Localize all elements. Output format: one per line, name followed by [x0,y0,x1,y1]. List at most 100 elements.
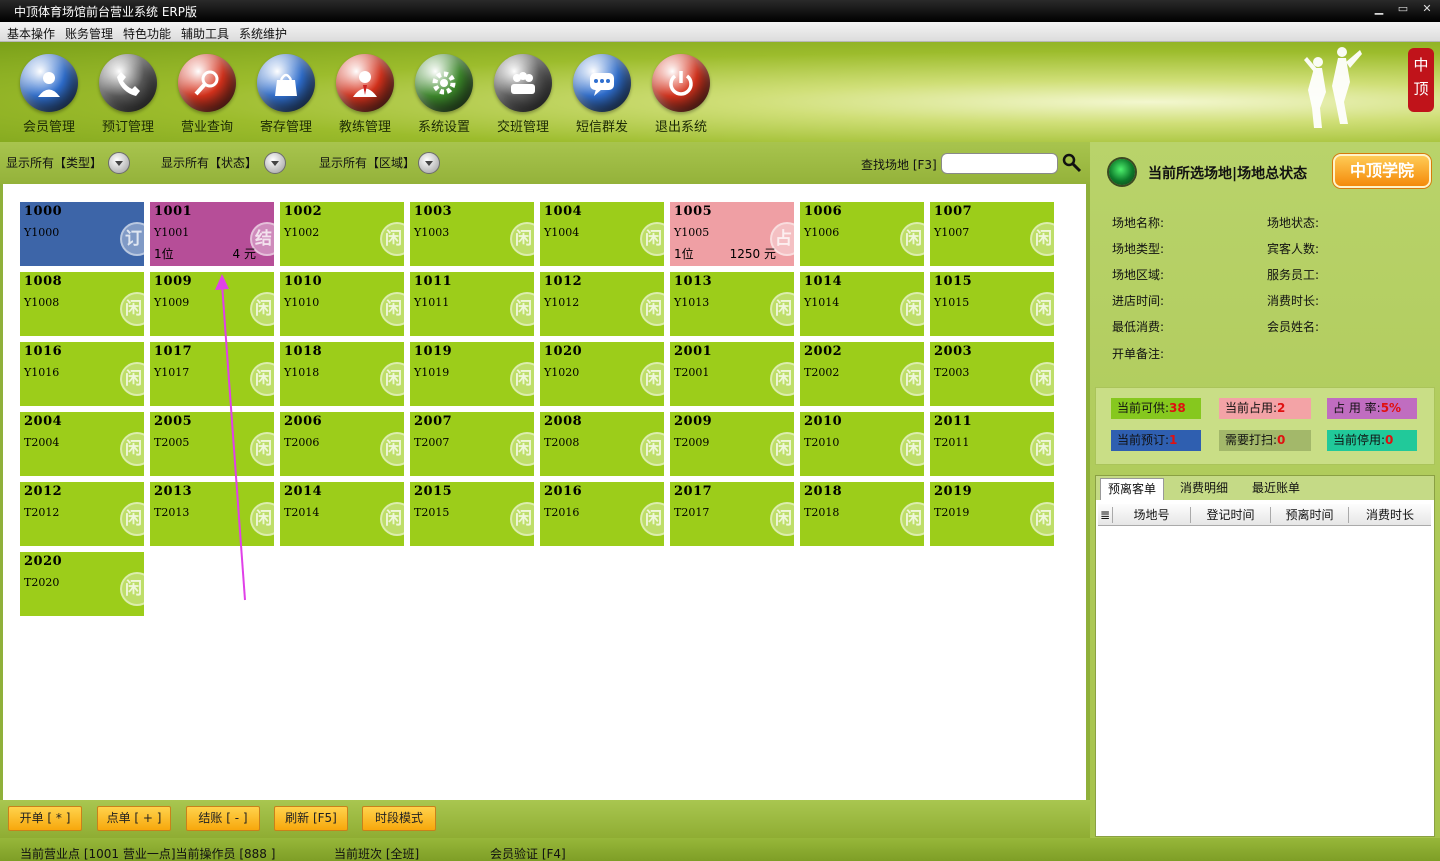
venue-code: Y1018 [284,366,320,379]
tab-consumption[interactable]: 消费明细 [1172,478,1236,500]
venue-tile[interactable]: 2016 T2016 闲 [540,482,664,546]
status-member-verify[interactable]: 会员验证 [F4] [490,845,566,861]
toolbar-button-6[interactable]: 交班管理 [491,54,555,135]
venue-tile[interactable]: 1009 Y1009 闲 [150,272,274,336]
venue-number: 1017 [154,344,193,359]
venue-tile[interactable]: 1020 Y1020 闲 [540,342,664,406]
toolbar-button-0[interactable]: 会员管理 [17,54,81,135]
menu-basic-ops[interactable]: 基本操作 [7,25,55,42]
venue-tile[interactable]: 2019 T2019 闲 [930,482,1054,546]
venue-number: 1016 [24,344,63,359]
venue-number: 2003 [934,344,973,359]
toolbar-button-4[interactable]: 教练管理 [333,54,397,135]
venue-code: T2020 [24,576,60,589]
venue-tile[interactable]: 1010 Y1010 闲 [280,272,404,336]
tab-recent-bills[interactable]: 最近账单 [1244,478,1308,500]
filter-type-dropdown[interactable] [108,152,130,174]
venue-tile[interactable]: 2003 T2003 闲 [930,342,1054,406]
state-badge-icon: 闲 [1030,292,1054,326]
venue-number: 1004 [544,204,583,219]
venue-tile[interactable]: 2002 T2002 闲 [800,342,924,406]
filter-area-dropdown[interactable] [418,152,440,174]
venue-code: Y1008 [24,296,60,309]
venue-tile[interactable]: 2006 T2006 闲 [280,412,404,476]
venue-tile[interactable]: 1019 Y1019 闲 [410,342,534,406]
filter-bar: 显示所有【类型】 显示所有【状态】 显示所有【区域】 查找场地 [F3] [0,142,1090,184]
venue-tile[interactable]: 1007 Y1007 闲 [930,202,1054,266]
venue-tile[interactable]: 2011 T2011 闲 [930,412,1054,476]
svg-text:顶: 顶 [1413,80,1428,98]
search-icon[interactable] [1062,153,1082,173]
venue-tile[interactable]: 1015 Y1015 闲 [930,272,1054,336]
col-register-time[interactable]: 登记时间 [1190,507,1270,523]
maximize-button[interactable]: ▭ [1396,2,1410,15]
venue-tile[interactable]: 2017 T2017 闲 [670,482,794,546]
venue-tile[interactable]: 1008 Y1008 闲 [20,272,144,336]
venue-tile[interactable]: 1018 Y1018 闲 [280,342,404,406]
search-input[interactable] [941,153,1058,174]
col-duration[interactable]: 消费时长 [1348,507,1431,523]
venue-code: T2018 [804,506,840,519]
venue-tile[interactable]: 1002 Y1002 闲 [280,202,404,266]
checkout-button[interactable]: 结账 [ - ] [186,806,260,831]
state-badge-icon: 闲 [640,222,664,256]
venue-number: 2005 [154,414,193,429]
toolbar-button-1[interactable]: 预订管理 [96,54,160,135]
venue-tile[interactable]: 1012 Y1012 闲 [540,272,664,336]
state-badge-icon: 闲 [250,292,274,326]
venue-tile[interactable]: 2014 T2014 闲 [280,482,404,546]
toolbar-button-5[interactable]: 系统设置 [412,54,476,135]
venue-tile[interactable]: 1005 Y1005 占 1位 1250 元 [670,202,794,266]
field-member-name: 会员姓名: [1267,320,1320,334]
venue-tile[interactable]: 2001 T2001 闲 [670,342,794,406]
venue-tile[interactable]: 1017 Y1017 闲 [150,342,274,406]
venue-tile[interactable]: 1001 Y1001 结 1位 4 元 [150,202,274,266]
minimize-button[interactable]: ▁ [1372,2,1386,15]
venue-tile[interactable]: 1006 Y1006 闲 [800,202,924,266]
venue-tile[interactable]: 1000 Y1000 订 [20,202,144,266]
menu-accounts[interactable]: 账务管理 [65,25,113,42]
academy-button[interactable]: 中顶学院 [1333,154,1431,188]
toolbar-button-7[interactable]: 短信群发 [570,54,634,135]
venue-tile[interactable]: 1011 Y1011 闲 [410,272,534,336]
menu-maintenance[interactable]: 系统维护 [239,25,287,42]
menu-features[interactable]: 特色功能 [123,25,171,42]
venue-tile[interactable]: 1016 Y1016 闲 [20,342,144,406]
venue-tile[interactable]: 2012 T2012 闲 [20,482,144,546]
venue-tile[interactable]: 2007 T2007 闲 [410,412,534,476]
filter-status-dropdown[interactable] [264,152,286,174]
open-order-button[interactable]: 开单 [ * ] [8,806,82,831]
venue-number: 2020 [24,554,63,569]
add-item-button[interactable]: 点单 [ + ] [97,806,171,831]
venue-tile[interactable]: 1013 Y1013 闲 [670,272,794,336]
venue-tile[interactable]: 1004 Y1004 闲 [540,202,664,266]
field-venue-status: 场地状态: [1267,216,1320,230]
state-badge-icon: 闲 [770,292,794,326]
venue-tile[interactable]: 2008 T2008 闲 [540,412,664,476]
venue-tile[interactable]: 2010 T2010 闲 [800,412,924,476]
venue-tile[interactable]: 2020 T2020 闲 [20,552,144,616]
toolbar-label: 寄存管理 [259,120,312,135]
magnifier-icon [178,54,236,112]
toolbar-button-8[interactable]: 退出系统 [649,54,713,135]
tab-departures[interactable]: 预离客单 [1100,478,1164,500]
venue-tile[interactable]: 2015 T2015 闲 [410,482,534,546]
menu-tools[interactable]: 辅助工具 [181,25,229,42]
period-mode-button[interactable]: 时段模式 [362,806,436,831]
col-venue-no[interactable]: 场地号 [1112,507,1190,523]
venue-tile[interactable]: 2013 T2013 闲 [150,482,274,546]
venue-tile[interactable]: 2004 T2004 闲 [20,412,144,476]
venue-tile[interactable]: 1003 Y1003 闲 [410,202,534,266]
venue-code: Y1014 [804,296,840,309]
col-departure-time[interactable]: 预离时间 [1270,507,1348,523]
field-staff: 服务员工: [1267,268,1320,282]
toolbar-button-3[interactable]: 寄存管理 [254,54,318,135]
venue-tile[interactable]: 1014 Y1014 闲 [800,272,924,336]
venue-tile[interactable]: 2005 T2005 闲 [150,412,274,476]
refresh-button[interactable]: 刷新 [F5] [274,806,348,831]
venue-tile[interactable]: 2018 T2018 闲 [800,482,924,546]
venue-tile[interactable]: 2009 T2009 闲 [670,412,794,476]
toolbar-button-2[interactable]: 营业查询 [175,54,239,135]
stat-item: 需要打扫:0 [1219,430,1311,451]
close-button[interactable]: ✕ [1420,2,1434,15]
